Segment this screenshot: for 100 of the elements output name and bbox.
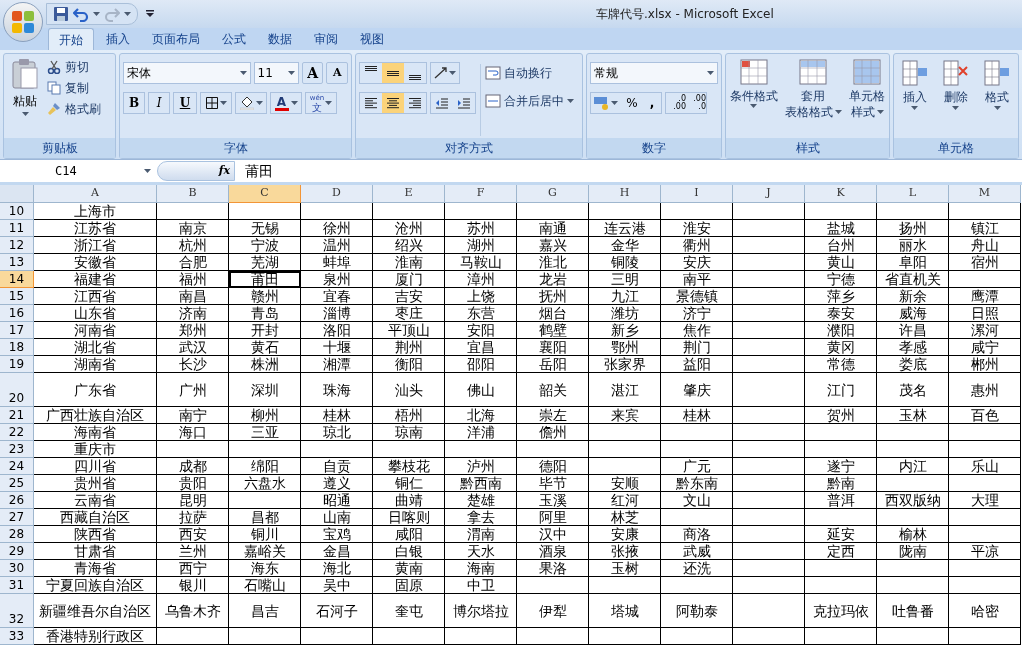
table-cell: 甘肃省 [34,543,157,560]
row-header[interactable]: 13 [0,254,34,271]
bold-button[interactable]: B [123,92,145,114]
font-color-button[interactable]: A [270,92,302,114]
shrink-font-button[interactable]: A [326,62,348,84]
table-cell: 杭州 [157,237,229,254]
row-header[interactable]: 12 [0,237,34,254]
name-box[interactable]: C14 [0,160,157,182]
align-icon [365,66,377,71]
row-header[interactable]: 29 [0,543,34,560]
cell-action-button[interactable]: 格式 [982,58,1013,138]
row-header[interactable]: 25 [0,475,34,492]
style-button[interactable]: 单元格 样式 [849,58,886,138]
row-header[interactable]: 17 [0,322,34,339]
style-button[interactable]: 条件格式 [729,58,778,138]
row-header[interactable]: 32 [0,594,34,628]
paste-button[interactable]: 粘贴 [7,58,43,138]
table-cell: 遵义 [301,475,373,492]
italic-button[interactable]: I [148,92,170,114]
row-header[interactable]: 10 [0,203,34,220]
row-header[interactable]: 15 [0,288,34,305]
table-cell: 广元 [661,458,733,475]
table-cell: 威海 [877,305,949,322]
ribbon-tab[interactable]: 页面布局 [142,28,210,50]
scissors-icon [47,60,61,74]
insert-function-button[interactable]: fx [218,162,230,180]
row-header[interactable]: 27 [0,509,34,526]
ribbon-tab[interactable]: 公式 [212,28,256,50]
row-header[interactable]: 28 [0,526,34,543]
row-header[interactable]: 30 [0,560,34,577]
style-button[interactable]: 套用 表格格式 [785,58,842,138]
ribbon-tab[interactable]: 插入 [96,28,140,50]
font-size-field[interactable]: 11 [253,62,299,84]
underline-button[interactable]: U [173,92,197,114]
undo-icon[interactable] [73,6,89,22]
office-button[interactable] [3,2,43,42]
format-painter-button[interactable]: 格式刷 [47,100,101,118]
column-header[interactable]: H [589,185,661,203]
row-header[interactable]: 23 [0,441,34,458]
number-format-field[interactable]: 常规 [590,62,718,84]
column-header[interactable]: M [949,185,1021,203]
grow-font-button[interactable]: A [301,62,324,84]
table-cell: 咸阳 [373,526,445,543]
table-cell: 六盘水 [229,475,301,492]
table-style-icon [738,58,769,88]
wrap-text-button[interactable]: 自动换行 [485,64,574,82]
column-header[interactable]: L [877,185,949,203]
row-header[interactable]: 20 [0,373,34,407]
table-cell: 红河 [589,492,661,509]
column-header[interactable]: I [661,185,733,203]
ribbon-tab[interactable]: 开始 [48,28,94,50]
table-cell: 萍乡 [805,288,877,305]
comma-button[interactable]: , [643,94,661,112]
table-cell: 日照 [949,305,1021,322]
column-header[interactable]: A [34,185,157,203]
cell-action-button[interactable]: 插入 [899,58,930,138]
row-header[interactable]: 24 [0,458,34,475]
table-cell: 江门 [805,373,877,407]
decrease-decimal-button[interactable]: .00 .0 [686,95,706,111]
row-header[interactable]: 31 [0,577,34,594]
row-header[interactable]: 26 [0,492,34,509]
column-header[interactable]: G [517,185,589,203]
row-header[interactable]: 14 [0,271,34,288]
copy-button[interactable]: 复制 [47,79,101,97]
customize-toolbar-icon[interactable] [146,10,154,18]
column-header[interactable]: E [373,185,445,203]
row-header[interactable]: 22 [0,424,34,441]
fill-color-button[interactable] [235,92,267,114]
font-name-field[interactable]: 宋体 [123,62,251,84]
ribbon-tab[interactable]: 审阅 [304,28,348,50]
table-cell: 黄南 [373,560,445,577]
currency-button[interactable] [591,96,621,110]
column-header[interactable]: F [445,185,517,203]
row-header[interactable]: 18 [0,339,34,356]
column-header[interactable]: K [805,185,877,203]
ribbon-tab[interactable]: 视图 [350,28,394,50]
orientation-button[interactable] [430,62,460,84]
ribbon-tab[interactable]: 数据 [258,28,302,50]
column-header[interactable]: C [229,185,301,203]
save-icon[interactable] [53,6,69,22]
column-header[interactable]: D [301,185,373,203]
column-header[interactable]: B [157,185,229,203]
formula-field[interactable]: 莆田 [245,160,273,182]
percent-button[interactable]: % [621,94,643,112]
borders-button[interactable] [200,92,232,114]
horizontal-align-button[interactable] [382,93,404,113]
table-cell [589,203,661,220]
table-cell: 荆州 [373,339,445,356]
table-cell: 山南 [301,509,373,526]
row-header[interactable]: 19 [0,356,34,373]
row-header[interactable]: 21 [0,407,34,424]
column-header[interactable]: J [733,185,805,203]
vertical-align-button[interactable] [382,63,404,83]
row-header[interactable]: 11 [0,220,34,237]
row-header[interactable]: 33 [0,628,34,645]
increase-decimal-button[interactable]: .0 .00 [666,95,686,111]
row-header[interactable]: 16 [0,305,34,322]
cell-action-button[interactable]: 删除 [941,58,971,138]
cut-button[interactable]: 剪切 [47,58,101,76]
merge-center-button[interactable]: 合并后居中 [485,92,574,110]
